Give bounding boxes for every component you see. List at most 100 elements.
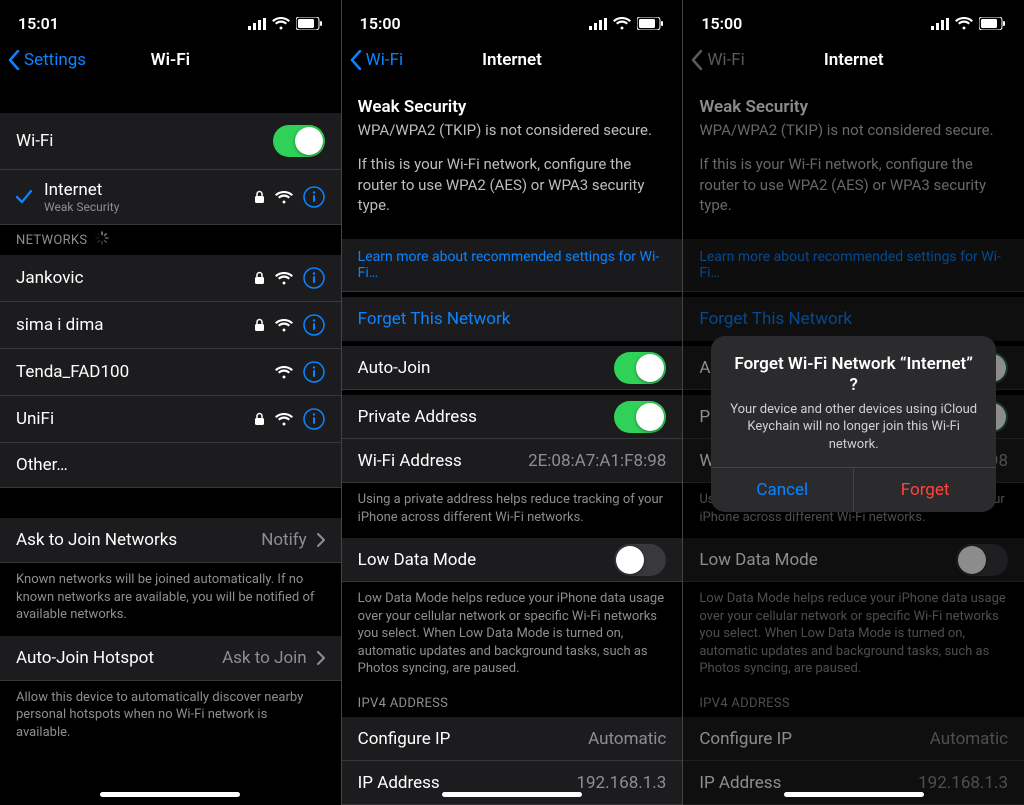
- ip-address-row: IP Address 192.168.1.3: [342, 761, 683, 805]
- wifi-strength-icon: [275, 366, 293, 379]
- network-detail-screen-with-alert: 15:00 Wi-Fi Internet Weak Security WPA/W…: [683, 0, 1024, 805]
- info-icon[interactable]: [303, 267, 325, 289]
- chevron-right-icon: [317, 651, 325, 665]
- battery-icon: [296, 17, 323, 30]
- low-data-mode-toggle[interactable]: [614, 544, 666, 576]
- low-data-mode-row: Low Data Mode: [683, 538, 1024, 582]
- auto-join-hotspot-footer: Allow this device to automatically disco…: [0, 681, 341, 754]
- network-row[interactable]: UniFi: [0, 396, 341, 443]
- cellular-signal-icon: [248, 18, 266, 30]
- nav-bar: Settings Wi-Fi: [0, 39, 341, 83]
- nav-bar: Wi-Fi Internet: [342, 39, 683, 83]
- weak-security-line1: WPA/WPA2 (TKIP) is not considered secure…: [358, 120, 667, 140]
- wifi-status-icon: [613, 17, 631, 30]
- connected-network-row[interactable]: Internet Weak Security: [0, 170, 341, 225]
- learn-more-link: Learn more about recommended settings fo…: [683, 239, 1024, 292]
- checkmark-icon: [16, 190, 34, 204]
- home-indicator[interactable]: [784, 792, 924, 797]
- network-row[interactable]: Tenda_FAD100: [0, 349, 341, 396]
- nav-title: Wi-Fi: [0, 50, 341, 70]
- ipv4-header: IPV4 ADDRESS: [683, 690, 1024, 717]
- ask-to-join-value: Notify: [261, 530, 306, 550]
- network-row[interactable]: sima i dima: [0, 302, 341, 349]
- weak-security-title: Weak Security: [358, 97, 667, 117]
- forget-network-button[interactable]: Forget This Network: [342, 297, 683, 341]
- networks-header: NETWORKS: [0, 225, 341, 255]
- lock-icon: [254, 271, 265, 285]
- lock-icon: [254, 318, 265, 332]
- private-address-footer: Using a private address helps reduce tra…: [342, 483, 683, 538]
- connected-network-name: Internet: [44, 180, 244, 200]
- auto-join-hotspot-value: Ask to Join: [222, 648, 307, 668]
- forget-button[interactable]: Forget: [854, 468, 996, 512]
- configure-ip-value: Automatic: [930, 729, 1008, 749]
- info-icon[interactable]: [303, 361, 325, 383]
- wifi-address-row: Wi-Fi Address 2E:08:A7:A1:F8:98: [342, 439, 683, 483]
- low-data-mode-footer: Low Data Mode helps reduce your iPhone d…: [683, 582, 1024, 690]
- low-data-mode-row: Low Data Mode: [342, 538, 683, 582]
- ipv4-header: IPV4 ADDRESS: [342, 690, 683, 717]
- weak-security-line1: WPA/WPA2 (TKIP) is not considered secure…: [699, 120, 1008, 140]
- configure-ip-label: Configure IP: [699, 729, 792, 749]
- status-time: 15:00: [360, 14, 401, 33]
- info-icon[interactable]: [303, 408, 325, 430]
- weak-security-block: Weak Security WPA/WPA2 (TKIP) is not con…: [342, 83, 683, 239]
- cellular-signal-icon: [931, 18, 949, 30]
- private-address-toggle[interactable]: [614, 401, 666, 433]
- info-icon[interactable]: [303, 314, 325, 336]
- status-bar: 15:00: [342, 0, 683, 39]
- weak-security-block: Weak Security WPA/WPA2 (TKIP) is not con…: [683, 83, 1024, 239]
- ip-address-label: IP Address: [699, 773, 781, 793]
- forget-network-button: Forget This Network: [683, 297, 1024, 341]
- configure-ip-row: Configure IP Automatic: [683, 717, 1024, 761]
- configure-ip-row[interactable]: Configure IP Automatic: [342, 717, 683, 761]
- alert-message: Your device and other devices using iClo…: [729, 401, 978, 454]
- wifi-toggle-label: Wi-Fi: [16, 131, 53, 151]
- wifi-status-icon: [272, 17, 290, 30]
- nav-title: Internet: [342, 50, 683, 70]
- wifi-strength-icon: [275, 272, 293, 285]
- home-indicator[interactable]: [100, 792, 240, 797]
- auto-join-hotspot-row[interactable]: Auto-Join Hotspot Ask to Join: [0, 636, 341, 681]
- learn-more-link[interactable]: Learn more about recommended settings fo…: [342, 239, 683, 292]
- network-name: Other…: [16, 455, 325, 475]
- wifi-status-icon: [955, 17, 973, 30]
- connected-network-subtitle: Weak Security: [44, 200, 244, 214]
- network-name: Tenda_FAD100: [16, 362, 275, 382]
- network-row[interactable]: Jankovic: [0, 255, 341, 302]
- wifi-address-value: 2E:08:A7:A1:F8:98: [528, 451, 666, 471]
- weak-security-line2: If this is your Wi-Fi network, configure…: [699, 154, 1008, 215]
- lock-icon: [254, 412, 265, 426]
- auto-join-row: Auto-Join: [342, 346, 683, 390]
- low-data-mode-footer: Low Data Mode helps reduce your iPhone d…: [342, 582, 683, 690]
- configure-ip-label: Configure IP: [358, 729, 451, 749]
- low-data-mode-label: Low Data Mode: [358, 550, 476, 570]
- nav-title: Internet: [683, 50, 1024, 70]
- low-data-mode-label: Low Data Mode: [699, 550, 817, 570]
- auto-join-hotspot-label: Auto-Join Hotspot: [16, 648, 154, 668]
- status-bar: 15:00: [683, 0, 1024, 39]
- alert-title: Forget Wi-Fi Network “Internet” ?: [729, 354, 978, 397]
- ip-address-label: IP Address: [358, 773, 440, 793]
- ip-address-row: IP Address 192.168.1.3: [683, 761, 1024, 805]
- other-network-row[interactable]: Other…: [0, 443, 341, 488]
- status-bar: 15:01: [0, 0, 341, 39]
- network-detail-screen: 15:00 Wi-Fi Internet Weak Security WPA/W…: [342, 0, 683, 805]
- home-indicator[interactable]: [442, 792, 582, 797]
- low-data-mode-toggle: [956, 544, 1008, 576]
- ask-to-join-row[interactable]: Ask to Join Networks Notify: [0, 518, 341, 563]
- forget-network-alert: Forget Wi-Fi Network “Internet” ? Your d…: [711, 336, 996, 512]
- wifi-toggle[interactable]: [273, 125, 325, 157]
- private-address-row: Private Address: [342, 395, 683, 439]
- weak-security-title: Weak Security: [699, 97, 1008, 117]
- cancel-button[interactable]: Cancel: [711, 468, 854, 512]
- lock-icon: [254, 190, 265, 204]
- network-name: UniFi: [16, 409, 254, 429]
- auto-join-toggle[interactable]: [614, 352, 666, 384]
- wifi-strength-icon: [275, 319, 293, 332]
- ask-to-join-label: Ask to Join Networks: [16, 530, 177, 550]
- info-icon[interactable]: [303, 186, 325, 208]
- battery-icon: [637, 17, 664, 30]
- ip-address-value: 192.168.1.3: [576, 773, 666, 793]
- ip-address-value: 192.168.1.3: [918, 773, 1008, 793]
